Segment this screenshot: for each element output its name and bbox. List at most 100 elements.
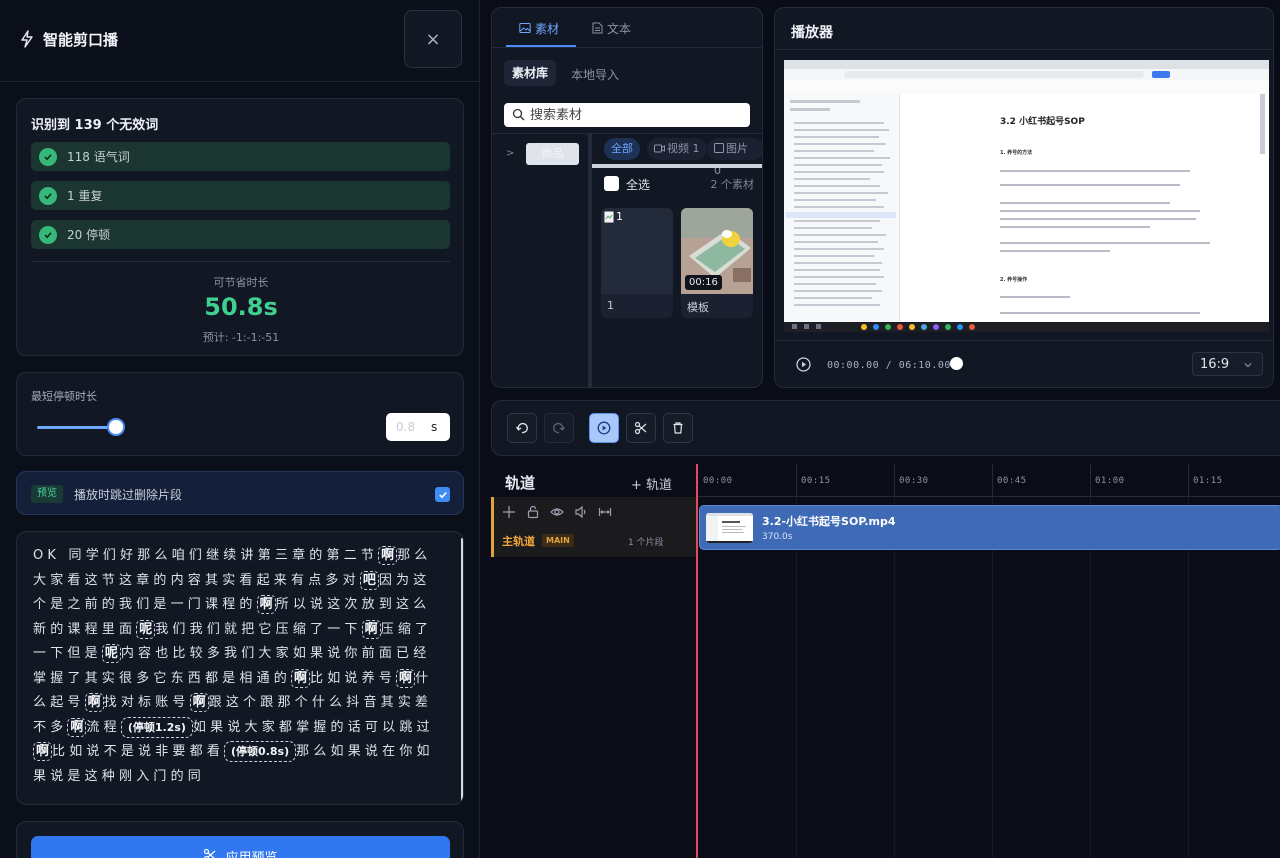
filler-word-tag[interactable]: 啊	[361, 619, 381, 639]
folder-item[interactable]: 商品	[526, 143, 579, 165]
slider-handle[interactable]	[109, 420, 123, 434]
video-frame[interactable]: 3.2 小红书起号SOP 1. 养号的方法 2. 养号操作	[784, 60, 1269, 332]
fit-width-icon[interactable]	[598, 505, 612, 519]
move-icon[interactable]	[502, 505, 516, 519]
filler-word-tag[interactable]: 啊	[256, 595, 276, 614]
play-icon[interactable]	[796, 357, 811, 372]
filter-all[interactable]: 全部	[604, 138, 640, 160]
transcript-segment: 流程	[86, 719, 121, 735]
ruler-tick-label: 00:15	[801, 476, 831, 486]
filler-word-tag[interactable]: 呢	[101, 644, 121, 663]
filler-word-tag[interactable]: 啊	[396, 668, 416, 688]
pause-tag[interactable]: (停顿1.2s)	[120, 716, 193, 738]
aspect-ratio-select[interactable]: 16:9	[1192, 352, 1263, 376]
ruler-tick	[796, 464, 797, 497]
material-search[interactable]	[504, 103, 750, 127]
grid-line	[1188, 497, 1189, 858]
material-name: 模板	[687, 301, 709, 314]
scrollbar[interactable]	[461, 538, 463, 804]
repeat-row[interactable]: 1 重复	[31, 181, 450, 210]
pause-tag[interactable]: (停顿0.8s)	[224, 741, 297, 762]
clip-duration: 370.0s	[762, 532, 793, 542]
volume-icon[interactable]	[574, 505, 588, 519]
min-pause-input[interactable]: 0.8 s	[386, 413, 450, 441]
tab-text-label: 文本	[607, 22, 632, 36]
filler-words-row[interactable]: 118 语气词	[31, 142, 450, 171]
min-pause-slider[interactable]	[37, 426, 117, 429]
clip-thumbnail	[706, 513, 753, 543]
tab-local-import[interactable]: 本地导入	[571, 66, 619, 83]
transcript-segment: 找对标账号	[103, 695, 190, 710]
material-card[interactable]: 00:16 模板	[681, 208, 753, 318]
filter-video[interactable]: 视频 1	[647, 138, 707, 160]
repeat-label: 1 重复	[67, 189, 103, 203]
filler-word-tag[interactable]: 啊	[189, 693, 209, 712]
timeline: 轨道 + 轨道 主轨道 MAIN 1 个片段 00:00 00:15 00:30 00…	[491, 464, 1280, 858]
select-all-row: 全选 2 个素材	[604, 176, 754, 196]
image-icon	[714, 143, 724, 153]
video-thumb: 00:16	[681, 208, 753, 294]
ruler-tick	[1090, 464, 1091, 497]
preview-play-button[interactable]	[589, 413, 619, 443]
aspect-ratio-value: 16:9	[1200, 357, 1230, 372]
preview-option: 预览 播放时跳过删除片段	[16, 471, 464, 515]
tab-text[interactable]: 文本	[592, 20, 631, 37]
trash-icon	[673, 422, 683, 434]
active-tab-indicator	[506, 45, 576, 47]
grid-line	[894, 497, 895, 858]
min-pause-value: 0.8	[396, 420, 416, 434]
eye-icon[interactable]	[550, 505, 564, 519]
apply-preview-label: 应用预览	[225, 847, 277, 858]
material-count: 2 个素材	[710, 178, 755, 191]
check-circle-icon	[39, 186, 57, 205]
search-input[interactable]	[530, 105, 740, 125]
select-all-label: 全选	[626, 178, 651, 192]
unit-label: s	[431, 420, 438, 434]
chevron-right-icon[interactable]: >	[506, 148, 514, 159]
doc-section-2: 2. 养号操作	[1000, 276, 1027, 283]
filler-word-tag[interactable]: 啊	[378, 546, 398, 565]
playhead[interactable]	[696, 464, 698, 858]
doc-heading: 3.2 小红书起号SOP	[1000, 115, 1085, 127]
pause-row[interactable]: 20 停顿	[31, 220, 450, 249]
material-card[interactable]: 1 1	[601, 208, 673, 318]
apply-preview-button[interactable]: 应用预览	[31, 836, 450, 858]
redo-button[interactable]	[544, 413, 574, 443]
filler-word-tag[interactable]: 吧	[359, 570, 379, 590]
skip-deleted-checkbox[interactable]	[435, 487, 450, 502]
delete-button[interactable]	[663, 413, 693, 443]
filler-word-tag[interactable]: 呢	[136, 619, 156, 639]
close-button[interactable]: ×	[404, 10, 462, 68]
add-track-button[interactable]: + 轨道	[631, 474, 672, 493]
video-clip[interactable]: 3.2-小红书起号SOP.mp4 370.0s	[699, 505, 1280, 550]
ruler-tick-label: 00:30	[899, 476, 929, 486]
check-circle-icon	[39, 225, 57, 244]
transcript-segment: 如果说大家都掌握的话可以跳过	[192, 719, 434, 735]
bolt-icon	[21, 30, 33, 48]
video-frame-image: 3.2 小红书起号SOP 1. 养号的方法 2. 养号操作	[784, 60, 1269, 332]
undo-button[interactable]	[507, 413, 537, 443]
scrollbar[interactable]	[592, 164, 762, 168]
select-all-checkbox[interactable]	[604, 176, 619, 191]
min-pause-card: 最短停顿时长 0.8 s	[16, 372, 464, 456]
tab-library[interactable]: 素材库	[504, 60, 556, 86]
progress-handle[interactable]	[950, 357, 963, 370]
play-circle-icon	[597, 421, 611, 435]
filler-word-tag[interactable]: 啊	[67, 717, 87, 737]
time-ruler[interactable]: 00:00 00:15 00:30 00:45 01:00 01:15	[696, 464, 1280, 497]
image-icon	[519, 23, 531, 33]
estimate-text: 预计: -1:-1:-51	[202, 331, 280, 344]
filler-word-tag[interactable]: 啊	[33, 742, 53, 761]
filler-word-tag[interactable]: 啊	[291, 668, 311, 688]
divider	[775, 49, 1273, 50]
tab-materials[interactable]: 素材	[519, 20, 559, 37]
min-pause-label: 最短停顿时长	[31, 390, 97, 403]
check-circle-icon	[39, 147, 57, 166]
filler-word-tag[interactable]: 啊	[84, 693, 104, 712]
divider	[775, 340, 1273, 341]
lock-icon[interactable]	[526, 505, 540, 519]
materials-panel: 素材 文本 素材库 本地导入 > 商品 全部 视频 1 图片 0 全选 2 个素…	[491, 7, 763, 388]
undo-icon	[515, 422, 528, 434]
split-button[interactable]	[626, 413, 656, 443]
filter-image[interactable]: 图片 0	[707, 138, 762, 177]
